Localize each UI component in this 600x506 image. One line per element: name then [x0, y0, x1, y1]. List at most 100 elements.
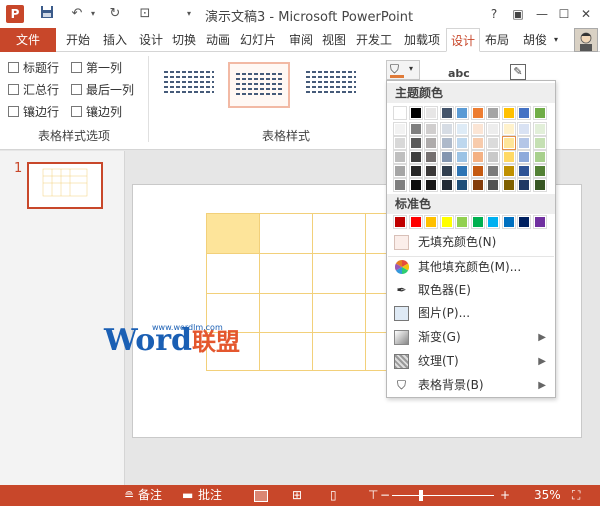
zoom-slider-track[interactable] — [392, 495, 494, 496]
help-icon[interactable]: ? — [484, 4, 504, 24]
theme-shade-swatch[interactable] — [455, 164, 469, 178]
table-cell[interactable] — [312, 293, 366, 333]
theme-shade-swatch[interactable] — [393, 136, 407, 150]
no-fill-item[interactable]: 无填充颜色(N) — [388, 231, 554, 254]
texture-item[interactable]: 纹理(T) ▶ — [388, 350, 554, 373]
theme-shade-swatch[interactable] — [470, 122, 485, 136]
comments-icon[interactable]: ▬ — [182, 488, 193, 503]
tab-slideshow[interactable]: 幻灯片 — [236, 28, 280, 52]
standard-color-swatch[interactable] — [455, 215, 469, 229]
comments-button[interactable]: 批注 — [198, 488, 222, 503]
tab-design[interactable]: 设计 — [135, 28, 167, 52]
theme-shade-swatch[interactable] — [517, 178, 531, 192]
theme-shade-swatch[interactable] — [486, 150, 500, 164]
theme-shade-swatch[interactable] — [455, 178, 469, 192]
theme-shade-swatch[interactable] — [424, 164, 438, 178]
table-cell[interactable] — [312, 332, 366, 371]
checkbox-total-row[interactable]: 汇总行 — [8, 82, 59, 98]
maximize-icon[interactable]: ☐ — [554, 4, 574, 24]
standard-color-swatch[interactable] — [517, 215, 531, 229]
theme-shade-swatch[interactable] — [486, 122, 500, 136]
tab-insert[interactable]: 插入 — [99, 28, 131, 52]
normal-view-icon[interactable] — [254, 490, 268, 502]
tab-home[interactable]: 开始 — [62, 28, 94, 52]
theme-shade-swatch[interactable] — [470, 150, 485, 164]
standard-color-swatch[interactable] — [439, 215, 454, 229]
standard-color-swatch[interactable] — [501, 215, 516, 229]
theme-shade-swatch[interactable] — [439, 164, 454, 178]
theme-shade-swatch[interactable] — [439, 178, 454, 192]
tab-file[interactable]: 文件 — [0, 28, 56, 52]
checkbox-first-column[interactable]: 第一列 — [71, 60, 122, 76]
theme-color-swatch[interactable] — [486, 106, 500, 120]
theme-shade-swatch[interactable] — [424, 178, 438, 192]
theme-shade-swatch[interactable] — [408, 164, 423, 178]
tab-table-design[interactable]: 设计 — [446, 28, 480, 52]
theme-shade-swatch[interactable] — [393, 178, 407, 192]
customize-qat-icon[interactable]: ▾ — [180, 5, 198, 23]
theme-shade-swatch[interactable] — [486, 164, 500, 178]
table-cell[interactable] — [259, 213, 313, 254]
checkbox-banded-columns[interactable]: 镶边列 — [71, 104, 122, 120]
theme-color-swatch[interactable] — [455, 106, 469, 120]
avatar[interactable] — [574, 28, 598, 52]
zoom-slider-thumb[interactable] — [419, 490, 423, 501]
tab-review[interactable]: 审阅 — [285, 28, 317, 52]
user-dropdown-icon[interactable]: ▾ — [550, 28, 562, 52]
theme-shade-swatch[interactable] — [393, 122, 407, 136]
theme-shade-swatch[interactable] — [517, 122, 531, 136]
gradient-item[interactable]: 渐变(G) ▶ — [388, 326, 554, 349]
slide-thumbnail[interactable] — [27, 162, 103, 209]
theme-color-swatch[interactable] — [408, 106, 423, 120]
table-cell[interactable] — [312, 213, 366, 254]
theme-color-swatch[interactable] — [439, 106, 454, 120]
shading-button[interactable]: ⛉ ▾ — [386, 60, 420, 80]
theme-shade-swatch[interactable] — [532, 122, 547, 136]
zoom-level[interactable]: 35% — [534, 488, 561, 503]
theme-shade-swatch[interactable] — [408, 122, 423, 136]
theme-shade-swatch[interactable] — [501, 150, 516, 164]
theme-shade-swatch[interactable] — [470, 178, 485, 192]
table-style-thumb[interactable] — [158, 62, 220, 108]
tab-animations[interactable]: 动画 — [202, 28, 234, 52]
checkbox-last-column[interactable]: 最后一列 — [71, 82, 134, 98]
table-cell[interactable] — [259, 332, 313, 371]
standard-color-swatch[interactable] — [424, 215, 438, 229]
theme-shade-swatch[interactable] — [455, 122, 469, 136]
tab-developer[interactable]: 开发工 — [352, 28, 396, 52]
theme-shade-swatch[interactable] — [486, 136, 500, 150]
theme-shade-swatch[interactable] — [501, 122, 516, 136]
theme-shade-swatch[interactable] — [408, 178, 423, 192]
undo-dropdown-icon[interactable]: ▾ — [84, 5, 102, 23]
theme-shade-swatch[interactable] — [501, 164, 516, 178]
slideshow-icon[interactable]: ⊡ — [136, 5, 154, 23]
slideshow-view-icon[interactable]: ⊤ — [368, 488, 378, 503]
theme-shade-swatch[interactable] — [455, 136, 469, 150]
more-colors-item[interactable]: 其他填充颜色(M)... — [388, 256, 554, 279]
theme-shade-swatch[interactable] — [517, 164, 531, 178]
theme-shade-swatch[interactable] — [408, 136, 423, 150]
tab-table-layout[interactable]: 布局 — [481, 28, 513, 52]
table-cell[interactable] — [259, 293, 313, 333]
theme-color-swatch[interactable] — [532, 106, 547, 120]
table-cell[interactable] — [259, 253, 313, 294]
theme-shade-swatch[interactable] — [439, 150, 454, 164]
checkbox-banded-rows[interactable]: 镶边行 — [8, 104, 59, 120]
theme-shade-swatch[interactable] — [532, 150, 547, 164]
theme-color-swatch[interactable] — [470, 106, 485, 120]
theme-color-swatch[interactable] — [517, 106, 531, 120]
draw-table-icon[interactable]: ✎ — [510, 64, 526, 80]
user-name[interactable]: 胡俊 — [520, 28, 550, 52]
theme-shade-swatch[interactable] — [517, 136, 531, 150]
picture-item[interactable]: 图片(P)... — [388, 302, 554, 325]
theme-shade-swatch[interactable] — [393, 150, 407, 164]
tab-view[interactable]: 视图 — [318, 28, 350, 52]
slide-sorter-icon[interactable]: ⊞ — [292, 488, 302, 503]
save-icon[interactable] — [38, 5, 56, 23]
zoom-in-icon[interactable]: + — [500, 488, 510, 503]
standard-color-swatch[interactable] — [393, 215, 407, 229]
theme-shade-swatch[interactable] — [455, 150, 469, 164]
theme-color-swatch[interactable] — [424, 106, 438, 120]
table-cell[interactable] — [312, 253, 366, 294]
table-cell-selected[interactable] — [206, 213, 260, 254]
